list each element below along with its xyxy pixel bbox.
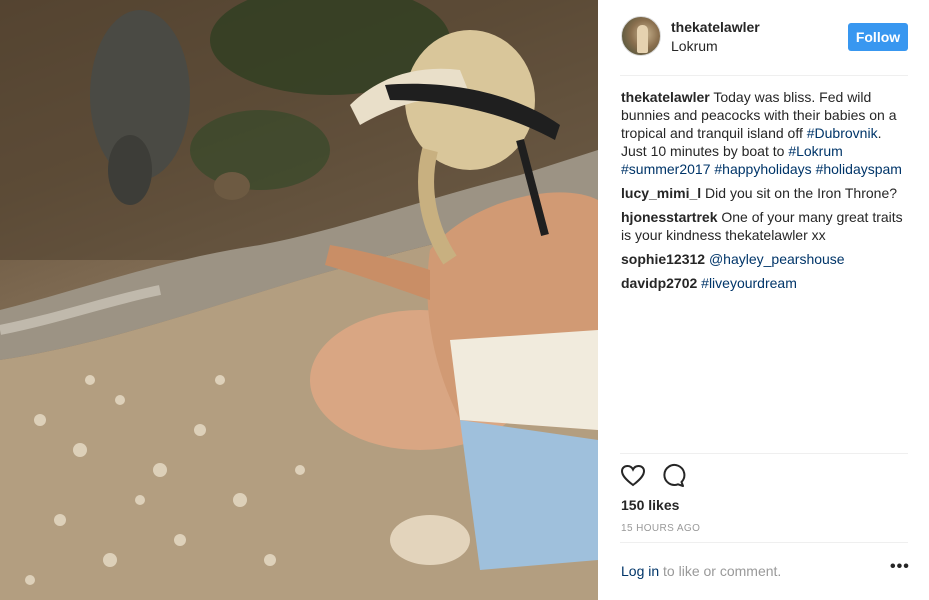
login-link[interactable]: Log in bbox=[621, 563, 659, 579]
post-detail-panel: thekatelawler Lokrum Follow thekatelawle… bbox=[598, 0, 929, 600]
mention-link[interactable]: @hayley_pearshouse bbox=[709, 251, 845, 267]
likes-count[interactable]: 150 likes bbox=[621, 497, 679, 513]
hashtag-lokrum[interactable]: #Lokrum bbox=[788, 143, 842, 159]
comment-item: davidp2702 #liveyourdream bbox=[621, 274, 911, 292]
hashtag-summer2017[interactable]: #summer2017 bbox=[621, 161, 711, 177]
location-link[interactable]: Lokrum bbox=[671, 38, 718, 54]
comment-item: sophie12312 @hayley_pearshouse bbox=[621, 250, 911, 268]
post-header: thekatelawler Lokrum Follow bbox=[598, 0, 929, 76]
photo-illustration bbox=[0, 0, 598, 600]
comment-author[interactable]: hjonesstartrek bbox=[621, 209, 717, 225]
divider bbox=[620, 75, 908, 76]
hashtag-dubrovnik[interactable]: #Dubrovnik bbox=[807, 125, 878, 141]
divider bbox=[620, 542, 908, 543]
comment-item: hjonesstartrek One of your many great tr… bbox=[621, 208, 911, 244]
heart-icon[interactable] bbox=[620, 463, 646, 489]
avatar[interactable] bbox=[621, 16, 661, 56]
post-photo[interactable] bbox=[0, 0, 598, 600]
login-prompt: Log in to like or comment. bbox=[621, 563, 781, 579]
comment-item: lucy_mimi_l Did you sit on the Iron Thro… bbox=[621, 184, 911, 202]
more-options-icon[interactable]: ••• bbox=[890, 558, 910, 576]
hashtag-happyholidays[interactable]: #happyholidays bbox=[714, 161, 811, 177]
caption: thekatelawler Today was bliss. Fed wild … bbox=[621, 88, 911, 178]
comment-text: Did you sit on the Iron Throne? bbox=[705, 185, 898, 201]
comments-list: thekatelawler Today was bliss. Fed wild … bbox=[621, 88, 911, 298]
username-link[interactable]: thekatelawler bbox=[671, 19, 760, 35]
caption-author[interactable]: thekatelawler bbox=[621, 89, 710, 105]
post-timestamp: 15 HOURS AGO bbox=[621, 523, 701, 534]
comment-author[interactable]: davidp2702 bbox=[621, 275, 697, 291]
hashtag-holidayspam[interactable]: #holidayspam bbox=[816, 161, 902, 177]
login-suffix: to like or comment. bbox=[663, 563, 782, 579]
hashtag-liveyourdream[interactable]: #liveyourdream bbox=[701, 275, 797, 291]
divider bbox=[620, 453, 908, 454]
comment-icon[interactable] bbox=[660, 463, 686, 489]
follow-button[interactable]: Follow bbox=[848, 23, 908, 51]
comment-author[interactable]: lucy_mimi_l bbox=[621, 185, 701, 201]
comment-author[interactable]: sophie12312 bbox=[621, 251, 705, 267]
